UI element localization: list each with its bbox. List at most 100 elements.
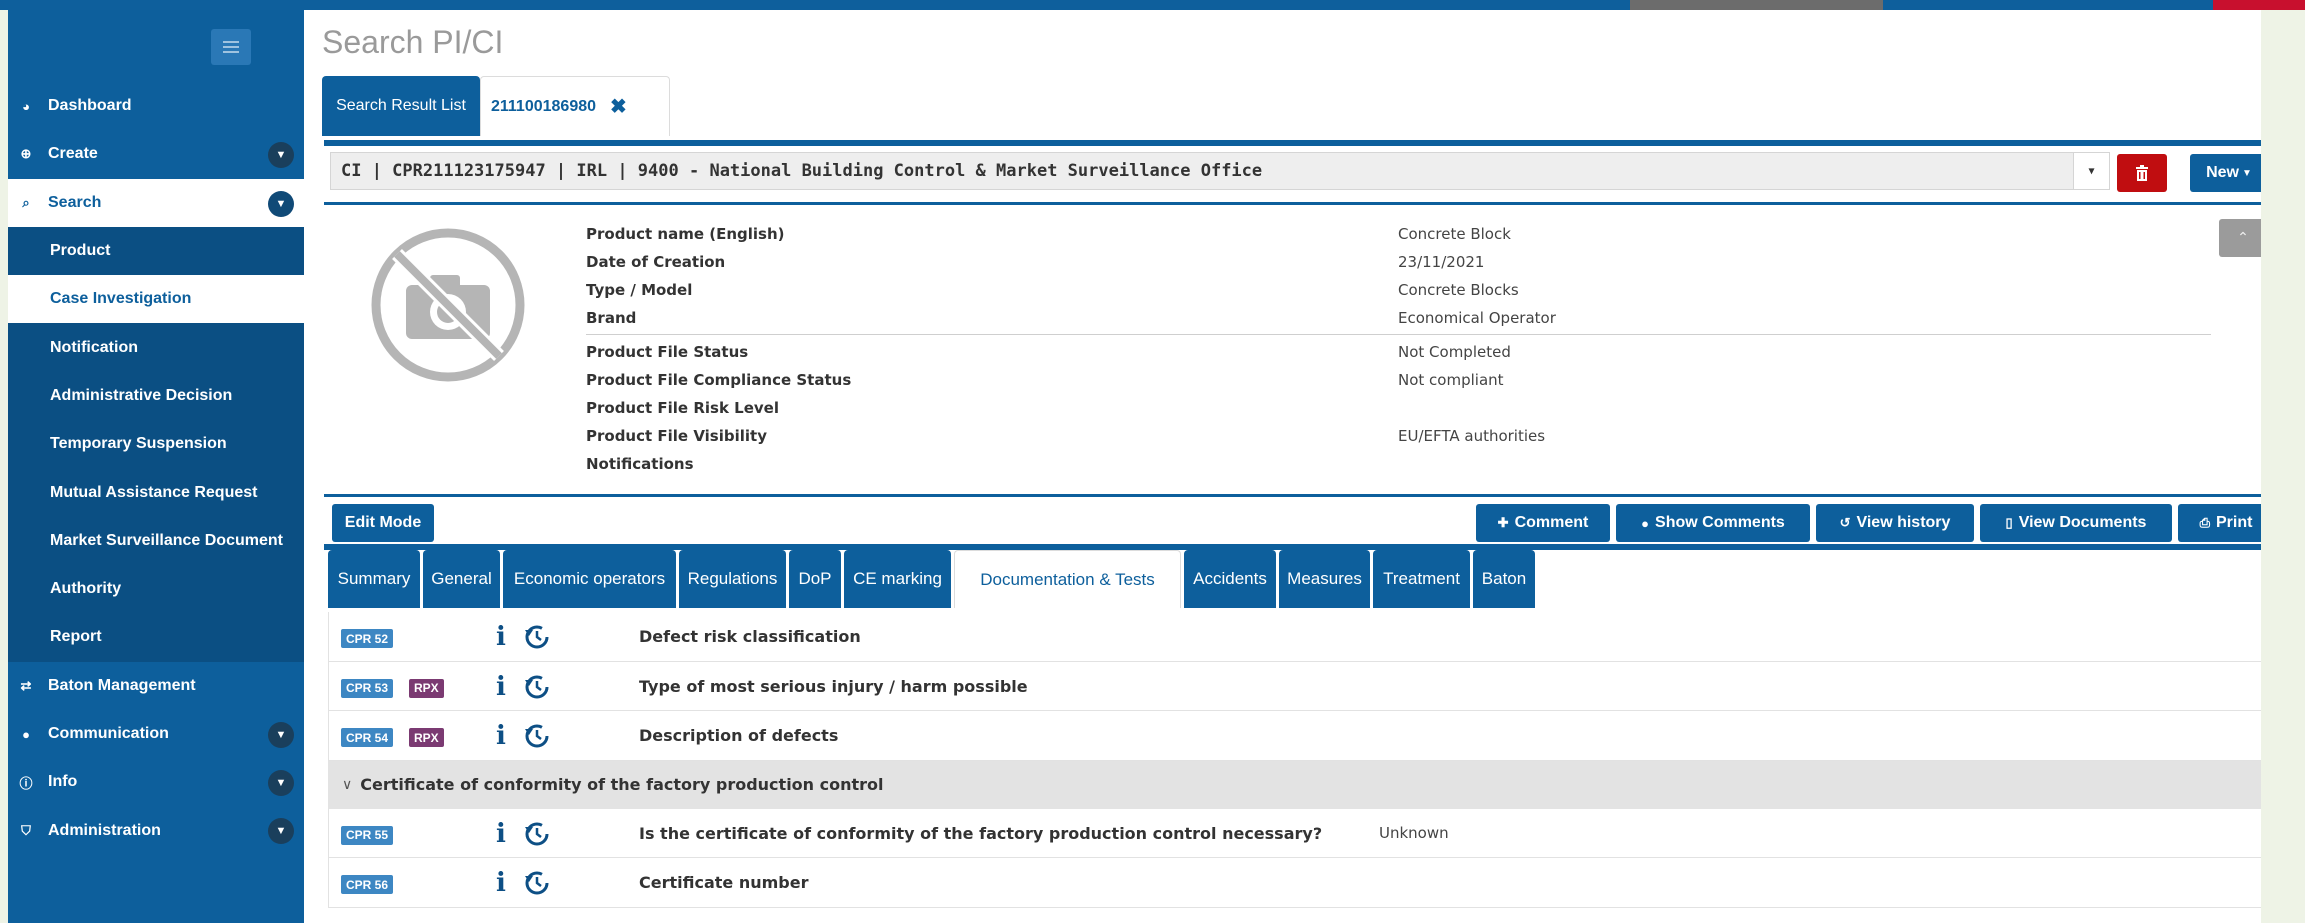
chevron-down-icon[interactable]: ▼ — [268, 190, 294, 217]
sidebar-subitem-market-surveillance-document[interactable]: Market Surveillance Document — [8, 517, 304, 565]
row-label: Is the certificate of conformity of the … — [639, 823, 1323, 843]
field-value: EU/EFTA authorities — [1398, 427, 1546, 445]
sidebar-item-create[interactable]: ⊕ Create ▼ — [8, 130, 304, 178]
record-selector[interactable]: CI | CPR211123175947 | IRL | 9400 - Nati… — [330, 152, 2110, 190]
tab-record[interactable]: 211100186980 ✖ — [480, 76, 670, 136]
sidebar: ◕ Dashboard ⊕ Create ▼ ⌕ Search ▼ Produc… — [8, 10, 304, 923]
cpr-badge: CPR 54 — [341, 728, 394, 747]
comment-button[interactable]: ✚ Comment — [1476, 504, 1610, 542]
tab-dop[interactable]: DoP — [789, 550, 841, 608]
tab-accidents[interactable]: Accidents — [1184, 550, 1276, 608]
tab-label: Regulations — [687, 569, 778, 588]
top-color-strip — [0, 0, 2305, 10]
tab-search-result-list[interactable]: Search Result List — [322, 76, 480, 136]
tab-treatment[interactable]: Treatment — [1373, 550, 1470, 608]
tab-summary[interactable]: Summary — [328, 550, 420, 608]
sidebar-subitem-notification[interactable]: Notification — [8, 323, 304, 371]
sidebar-item-label: Administrative Decision — [50, 386, 233, 404]
sidebar-item-label: Market Surveillance Document — [50, 531, 283, 549]
history-icon[interactable] — [524, 674, 550, 700]
sidebar-item-label: Temporary Suspension — [50, 435, 227, 453]
sidebar-subitem-temporary-suspension[interactable]: Temporary Suspension — [8, 420, 304, 468]
chevron-down-icon[interactable]: ▼ — [268, 770, 294, 797]
delete-button[interactable] — [2117, 154, 2167, 192]
field-value: 23/11/2021 — [1398, 253, 1485, 271]
sidebar-subitem-case-investigation[interactable]: Case Investigation — [8, 275, 304, 324]
history-icon[interactable] — [524, 870, 550, 896]
shield-icon: ⛉ — [21, 822, 31, 838]
info-icon[interactable]: i — [496, 868, 510, 898]
info-icon[interactable]: i — [496, 721, 510, 751]
edit-mode-button[interactable]: Edit Mode — [332, 504, 434, 542]
tab-label: Baton — [1481, 569, 1527, 588]
field-label: Product name (English) — [586, 225, 785, 243]
tab-regulations[interactable]: Regulations — [679, 550, 786, 608]
sidebar-subitem-authority[interactable]: Authority — [8, 565, 304, 613]
chevron-down-icon[interactable]: ▼ — [268, 142, 294, 169]
table-row: CPR 52 i Defect risk classification — [328, 612, 2272, 662]
show-comments-button[interactable]: ● Show Comments — [1616, 504, 1810, 542]
field-label: Date of Creation — [586, 253, 726, 271]
sidebar-item-communication[interactable]: ● Communication ▼ — [8, 710, 304, 758]
tab-general[interactable]: General — [423, 550, 500, 608]
section-tabs: Summary General Economic operators Regul… — [328, 550, 1538, 608]
sidebar-item-administration[interactable]: ⛉ Administration ▼ — [8, 806, 304, 854]
tab-documentation-tests[interactable]: Documentation & Tests — [954, 550, 1181, 608]
tab-label: Accidents — [1193, 569, 1267, 588]
sidebar-item-search[interactable]: ⌕ Search ▼ — [8, 178, 304, 227]
history-icon: ↺ — [1839, 515, 1851, 530]
dashboard-icon: ◕ — [22, 98, 30, 114]
button-label: Show Comments — [1655, 514, 1785, 531]
tab-economic-operators[interactable]: Economic operators — [503, 550, 676, 608]
close-icon[interactable]: ✖ — [610, 94, 627, 119]
chevron-down-icon[interactable]: ▼ — [268, 721, 294, 748]
view-history-button[interactable]: ↺ View history — [1816, 504, 1974, 542]
chevron-down-icon[interactable]: ▼ — [268, 818, 294, 845]
collapse-button[interactable]: ⌃ — [2219, 219, 2267, 257]
info-icon[interactable]: i — [496, 672, 510, 702]
cpr-badge: CPR 55 — [341, 825, 394, 845]
hamburger-icon — [223, 41, 239, 53]
view-documents-button[interactable]: ▯ View Documents — [1980, 504, 2172, 542]
tab-baton[interactable]: Baton — [1473, 550, 1535, 608]
field-value: Concrete Block — [1398, 225, 1511, 243]
chevron-down-icon[interactable]: ▼ — [2073, 153, 2109, 189]
history-icon[interactable] — [524, 624, 550, 650]
tab-ce-marking[interactable]: CE marking — [844, 550, 951, 608]
info-icon[interactable]: i — [496, 819, 510, 849]
tab-label: Search Result List — [336, 97, 466, 114]
main-content: Search PI/CI Search Result List 21110018… — [304, 10, 2274, 923]
trash-icon — [2136, 165, 2148, 181]
sidebar-subitem-mutual-assistance-request[interactable]: Mutual Assistance Request — [8, 468, 304, 516]
field-value: Not compliant — [1398, 371, 1504, 389]
document-icon: ▯ — [2005, 515, 2013, 530]
chevron-up-icon: ⌃ — [2237, 230, 2249, 246]
sidebar-subitem-product[interactable]: Product — [8, 227, 304, 275]
sidebar-subitem-administrative-decision[interactable]: Administrative Decision — [8, 372, 304, 420]
new-button[interactable]: New ▼ — [2190, 154, 2268, 192]
sidebar-item-dashboard[interactable]: ◕ Dashboard — [8, 82, 304, 130]
record-bar: CI | CPR211123175947 | IRL | 9400 - Nati… — [324, 140, 2274, 200]
new-button-label: New — [2206, 164, 2239, 181]
cpr-badge: CPR 53 — [341, 678, 394, 698]
sidebar-item-label: Communication — [48, 725, 169, 742]
history-icon[interactable] — [524, 723, 550, 749]
row-label: Defect risk classification — [639, 627, 861, 646]
sidebar-subitem-report[interactable]: Report — [8, 613, 304, 661]
product-details: ⌃ Product name (English) Concrete Block … — [324, 202, 2274, 494]
page-title: Search PI/CI — [322, 24, 504, 60]
table-row: CPR 53 RPX i Type of most serious injury… — [328, 661, 2272, 711]
menu-toggle-button[interactable] — [211, 29, 251, 65]
sidebar-item-info[interactable]: ⓘ Info ▼ — [8, 758, 304, 806]
top-strip-segment — [1630, 0, 1883, 10]
exchange-icon: ⇄ — [20, 677, 32, 693]
tab-measures[interactable]: Measures — [1279, 550, 1370, 608]
print-button[interactable]: ⎙ Print — [2178, 504, 2274, 542]
section-header[interactable]: ∨ Certificate of conformity of the facto… — [328, 760, 2272, 809]
history-icon[interactable] — [524, 821, 550, 847]
plus-icon: ✚ — [1497, 515, 1509, 530]
print-icon: ⎙ — [2199, 515, 2210, 530]
sidebar-item-baton-management[interactable]: ⇄ Baton Management — [8, 662, 304, 710]
button-label: View Documents — [2018, 514, 2147, 531]
info-icon[interactable]: i — [496, 622, 510, 652]
